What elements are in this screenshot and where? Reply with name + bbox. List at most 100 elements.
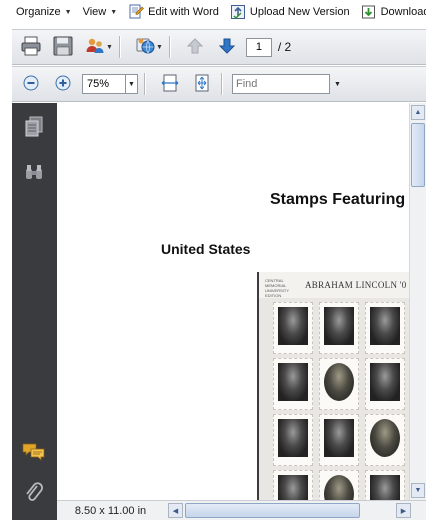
lincoln-portrait: [324, 363, 354, 401]
collaborate-dropdown-caret[interactable]: ▼: [156, 44, 163, 51]
edit-with-word-label: Edit with Word: [148, 6, 219, 18]
share-people-icon: [84, 35, 106, 60]
view-menu-label: View: [82, 6, 107, 18]
fit-width-button[interactable]: [157, 71, 183, 97]
print-button[interactable]: [18, 34, 44, 60]
current-page-input[interactable]: [245, 37, 272, 57]
lincoln-portrait: [278, 419, 308, 457]
zoom-in-button[interactable]: [50, 71, 76, 97]
save-icon: [52, 35, 74, 60]
menu-bar: Organize ▼ View ▼ Edit with Word Upload …: [0, 0, 426, 24]
share-dropdown-caret[interactable]: ▼: [106, 44, 113, 51]
lincoln-portrait: [370, 363, 400, 401]
lincoln-portrait: [370, 307, 400, 345]
fit-page-icon: [192, 73, 212, 96]
save-button[interactable]: [50, 34, 76, 60]
share-button[interactable]: [82, 34, 108, 60]
scroll-down-arrow-icon[interactable]: ▼: [411, 483, 425, 498]
previous-page-button[interactable]: [182, 34, 208, 60]
zoom-input[interactable]: [82, 74, 126, 94]
page-total: / 2: [277, 40, 292, 54]
stamp: [319, 358, 359, 410]
pages-panel-button[interactable]: [21, 115, 47, 141]
stamp: [273, 302, 313, 354]
toolbar-divider: [118, 36, 120, 58]
scroll-right-arrow-icon[interactable]: ▶: [396, 503, 411, 518]
pages-icon: [24, 116, 44, 141]
organize-menu[interactable]: Organize ▼: [16, 6, 72, 18]
caret-down-icon: ▼: [110, 8, 118, 16]
navigation-panel: [12, 103, 57, 520]
horizontal-scrollbar[interactable]: ◀ ▶: [168, 503, 411, 518]
stamp: [319, 414, 359, 466]
lincoln-portrait: [278, 307, 308, 345]
document-title: Stamps Featuring: [270, 191, 406, 208]
stamp: [365, 358, 405, 410]
stamp: [273, 470, 313, 500]
lincoln-portrait: [324, 307, 354, 345]
previous-page-icon: [185, 36, 205, 59]
zoom-dropdown-caret[interactable]: ▼: [126, 74, 138, 94]
collaborate-button[interactable]: [132, 34, 158, 60]
zoom-in-icon: [54, 74, 72, 95]
stamp: [365, 470, 405, 500]
page-size-label: 8.50 x 11.00 in: [74, 504, 147, 517]
zoom-out-icon: [22, 74, 40, 95]
edit-with-word-button[interactable]: Edit with Word: [128, 4, 219, 20]
stamp-sheet-header: CENTRAL MEMORIAL UNIVERSITY EDITION ABRA…: [259, 272, 409, 298]
print-icon: [20, 35, 42, 60]
horizontal-scroll-thumb[interactable]: [185, 503, 360, 518]
find-dropdown-caret[interactable]: ▼: [334, 81, 341, 88]
find-input[interactable]: [232, 74, 330, 94]
stamp: [319, 470, 359, 500]
lincoln-portrait: [324, 475, 354, 500]
lincoln-portrait: [278, 363, 308, 401]
view-menu[interactable]: View ▼: [83, 6, 118, 18]
toolbar-divider: [221, 73, 222, 95]
fit-page-button[interactable]: [189, 71, 215, 97]
word-document-icon: [128, 4, 145, 20]
lincoln-portrait: [370, 475, 400, 500]
upload-icon: [230, 4, 246, 20]
toolbar-divider: [168, 36, 170, 58]
stamp: [273, 358, 313, 410]
vertical-scroll-thumb[interactable]: [411, 123, 425, 187]
lincoln-portrait: [278, 475, 308, 500]
download-label: Download: [380, 6, 426, 18]
view-toolbar: ▼ ▼: [12, 66, 426, 102]
stamp: [365, 302, 405, 354]
stamp: [319, 302, 359, 354]
section-heading: United States: [161, 241, 251, 257]
lincoln-portrait: [370, 419, 400, 457]
vertical-scrollbar[interactable]: ▲ ▼: [409, 103, 426, 500]
main-toolbar: ▼ ▼ / 2: [12, 29, 426, 65]
upload-new-version-label: Upload New Version: [249, 6, 350, 18]
next-page-icon: [217, 36, 237, 59]
binoculars-icon: [24, 163, 44, 184]
attachments-panel-button[interactable]: [21, 481, 47, 507]
find-box: ▼: [232, 74, 341, 94]
paperclip-icon: [24, 481, 44, 508]
stamp-sheet-image: CENTRAL MEMORIAL UNIVERSITY EDITION ABRA…: [257, 272, 409, 500]
next-page-button[interactable]: [214, 34, 240, 60]
zoom-select[interactable]: ▼: [82, 74, 138, 94]
organize-menu-label: Organize: [16, 6, 61, 18]
toolbar-divider: [144, 73, 145, 95]
status-bar: 8.50 x 11.00 in ◀ ▶: [57, 500, 426, 520]
search-panel-button[interactable]: [21, 160, 47, 186]
collaborate-globe-icon: [134, 35, 156, 60]
caret-down-icon: ▼: [64, 8, 72, 16]
lincoln-portrait: [324, 419, 354, 457]
zoom-out-button[interactable]: [18, 71, 44, 97]
comments-panel-button[interactable]: [21, 440, 47, 466]
comments-icon: [22, 442, 46, 465]
download-button[interactable]: Download: [361, 4, 426, 20]
stamp-sheet-tag: CENTRAL MEMORIAL UNIVERSITY EDITION: [265, 278, 289, 298]
scroll-left-arrow-icon[interactable]: ◀: [168, 503, 183, 518]
upload-new-version-button[interactable]: Upload New Version: [230, 4, 350, 20]
stamp: [365, 414, 405, 466]
download-icon: [361, 4, 377, 20]
document-view[interactable]: Stamps Featuring United States CENTRAL M…: [57, 103, 409, 500]
scroll-up-arrow-icon[interactable]: ▲: [411, 105, 425, 120]
fit-width-icon: [160, 73, 180, 96]
